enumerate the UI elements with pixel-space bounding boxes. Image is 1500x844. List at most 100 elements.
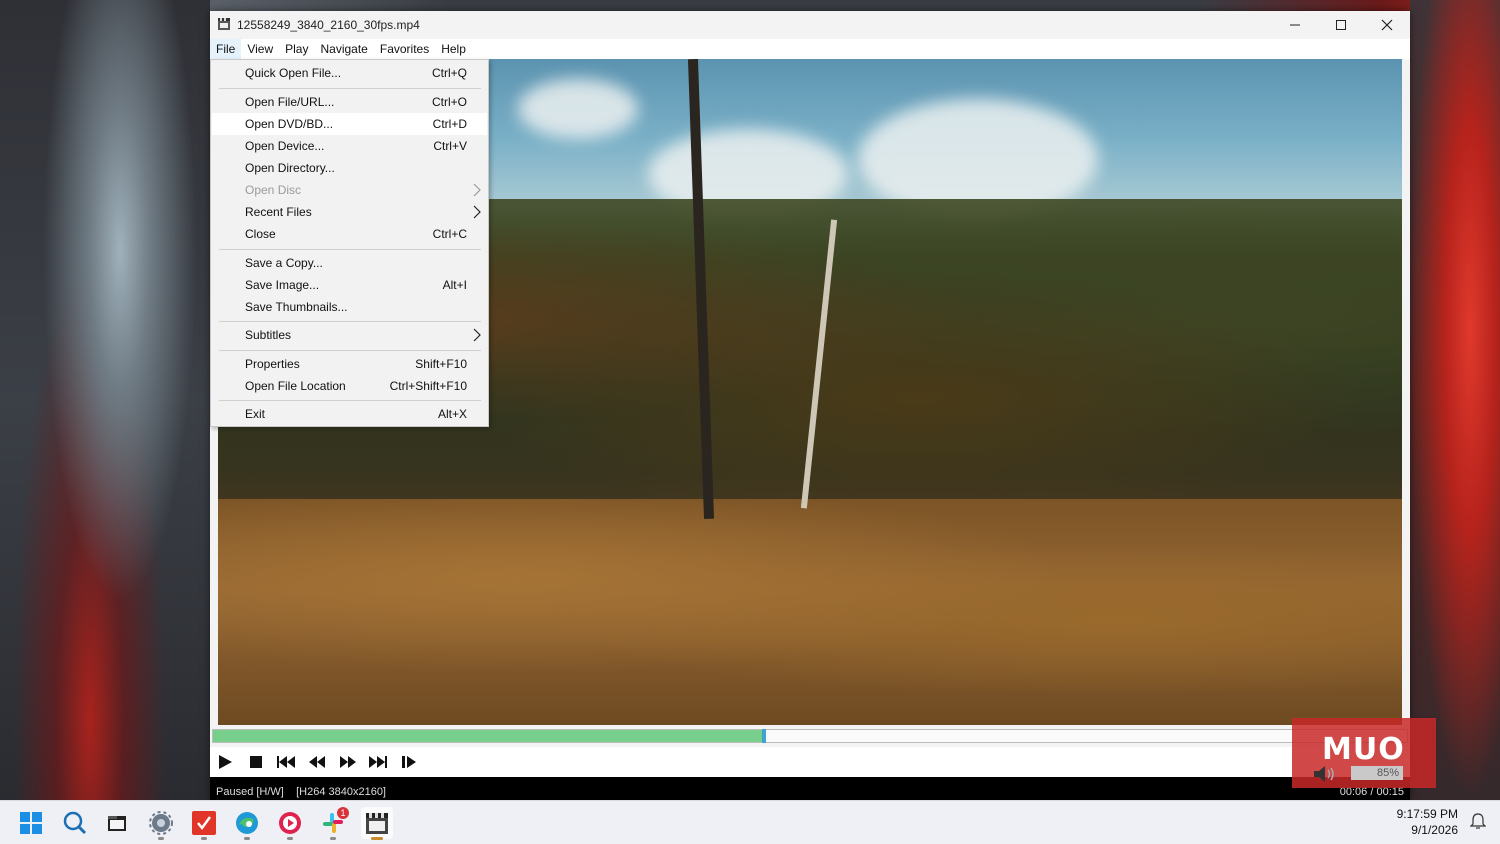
notification-badge: 1 xyxy=(337,807,349,819)
running-indicator xyxy=(287,837,293,840)
menu-item-save-image[interactable]: Save Image... Alt+I xyxy=(212,274,487,296)
chevron-right-icon xyxy=(473,183,481,200)
speaker-icon[interactable] xyxy=(1314,765,1338,786)
menu-item-label: Open Directory... xyxy=(245,161,335,175)
menu-item-label: Recent Files xyxy=(245,205,312,219)
grass-field xyxy=(218,499,1402,725)
menu-separator xyxy=(219,88,481,89)
menu-item-label: Subtitles xyxy=(245,328,292,342)
system-clock[interactable]: 9:17:59 PM 9/1/2026 xyxy=(1397,806,1458,838)
skip-next-button[interactable] xyxy=(365,751,391,773)
minimize-button[interactable] xyxy=(1272,11,1318,39)
edge-browser-icon[interactable] xyxy=(231,807,263,840)
menu-separator xyxy=(219,249,481,250)
running-indicator xyxy=(158,837,164,840)
menu-item-save-thumbnails[interactable]: Save Thumbnails... xyxy=(212,296,487,318)
menu-item-open-device[interactable]: Open Device... Ctrl+V xyxy=(212,135,487,157)
file-menu: Quick Open File... Ctrl+Q Open File/URL...… xyxy=(210,59,489,427)
window-title: 12558249_3840_2160_30fps.mp4 xyxy=(237,18,420,32)
chevron-right-icon xyxy=(473,205,481,222)
menu-item-open-dvd-bd[interactable]: Open DVD/BD... Ctrl+D xyxy=(212,113,487,135)
menu-item-shortcut: Ctrl+Shift+F10 xyxy=(389,379,467,393)
menu-item-label: Close xyxy=(245,227,276,241)
fast-forward-button[interactable] xyxy=(335,751,361,773)
seek-thumb[interactable] xyxy=(762,729,766,743)
close-button[interactable] xyxy=(1364,11,1410,39)
maximize-button[interactable] xyxy=(1318,11,1364,39)
cloud xyxy=(518,79,638,139)
seek-bar[interactable] xyxy=(210,725,1410,747)
menu-item-close[interactable]: Close Ctrl+C xyxy=(212,223,487,245)
mpc-hc-icon[interactable] xyxy=(361,807,393,840)
clock-time: 9:17:59 PM xyxy=(1396,807,1458,821)
menu-item-shortcut: Ctrl+D xyxy=(432,117,467,131)
menu-file[interactable]: File xyxy=(210,39,242,59)
clock-date: 9/1/2026 xyxy=(1411,823,1458,837)
status-bar: Paused [H/W] [H264 3840x2160] 00:06 / 00… xyxy=(210,777,1410,800)
menu-item-shortcut: Ctrl+O xyxy=(431,95,467,109)
menu-item-label: Open File/URL... xyxy=(245,95,335,109)
menu-item-shortcut: Shift+F10 xyxy=(415,357,467,371)
active-indicator xyxy=(371,837,383,840)
chevron-right-icon xyxy=(473,328,481,345)
menu-item-open-directory[interactable]: Open Directory... xyxy=(212,157,487,179)
play-button[interactable] xyxy=(212,751,238,773)
menu-item-label: Open File Location xyxy=(245,379,346,393)
menu-item-exit[interactable]: Exit Alt+X xyxy=(212,403,487,425)
menu-navigate[interactable]: Navigate xyxy=(314,39,373,59)
playback-status: Paused [H/W] [H264 3840x2160] xyxy=(216,786,386,798)
media-player-icon[interactable] xyxy=(274,807,306,840)
menu-item-label: Save a Copy... xyxy=(245,256,323,270)
taskbar: 1 9:17:59 PM 9/1/2026 xyxy=(0,800,1500,844)
menu-item-shortcut: Ctrl+V xyxy=(433,139,467,153)
menu-item-label: Save Image... xyxy=(245,278,320,292)
menu-item-shortcut: Alt+X xyxy=(437,407,467,421)
notification-bell-icon[interactable] xyxy=(1469,813,1487,832)
stop-button[interactable] xyxy=(243,751,269,773)
menu-item-label: Exit xyxy=(245,407,266,421)
menu-item-open-file-url[interactable]: Open File/URL... Ctrl+O xyxy=(212,91,487,113)
menu-favorites[interactable]: Favorites xyxy=(374,39,435,59)
seek-track[interactable] xyxy=(212,729,1408,743)
menu-item-shortcut: Alt+I xyxy=(442,278,467,292)
menu-item-label: Open Device... xyxy=(245,139,325,153)
menu-item-subtitles[interactable]: Subtitles xyxy=(212,324,487,346)
menu-separator xyxy=(219,400,481,401)
volume-slider[interactable]: 85% xyxy=(1351,766,1403,780)
slack-icon[interactable]: 1 xyxy=(317,807,349,840)
file-explorer-icon[interactable] xyxy=(101,807,133,839)
settings-icon[interactable] xyxy=(145,807,177,840)
running-indicator xyxy=(201,837,207,840)
menu-item-properties[interactable]: Properties Shift+F10 xyxy=(212,353,487,375)
rewind-button[interactable] xyxy=(304,751,330,773)
menu-bar: File View Play Navigate Favorites Help xyxy=(210,39,1410,59)
todo-app-icon[interactable] xyxy=(188,807,220,840)
skip-previous-button[interactable] xyxy=(273,751,299,773)
desktop-wallpaper-left xyxy=(0,0,210,800)
menu-separator xyxy=(219,321,481,322)
menu-item-label: Open DVD/BD... xyxy=(245,117,334,131)
menu-separator xyxy=(219,350,481,351)
menu-item-label: Save Thumbnails... xyxy=(245,300,348,314)
title-bar[interactable]: 12558249_3840_2160_30fps.mp4 xyxy=(210,11,1410,39)
watermark-overlay: MUO 85% xyxy=(1292,718,1436,788)
running-indicator xyxy=(330,837,336,840)
running-indicator xyxy=(244,837,250,840)
playback-controls xyxy=(210,747,1410,777)
menu-item-recent-files[interactable]: Recent Files xyxy=(212,201,487,223)
menu-item-open-file-location[interactable]: Open File Location Ctrl+Shift+F10 xyxy=(212,375,487,397)
menu-item-label: Open Disc xyxy=(245,183,302,197)
menu-item-open-disc: Open Disc xyxy=(212,179,487,201)
film-clapper-icon xyxy=(217,17,231,31)
menu-play[interactable]: Play xyxy=(279,39,314,59)
desktop-wallpaper-right xyxy=(1410,0,1500,800)
watermark-logo: MUO xyxy=(1322,732,1405,767)
menu-item-save-a-copy[interactable]: Save a Copy... xyxy=(212,252,487,274)
windows-start-icon[interactable] xyxy=(15,807,47,839)
menu-help[interactable]: Help xyxy=(435,39,472,59)
menu-item-quick-open-file[interactable]: Quick Open File... Ctrl+Q xyxy=(212,62,487,84)
seek-progress xyxy=(213,730,762,742)
search-icon[interactable] xyxy=(59,807,91,839)
menu-view[interactable]: View xyxy=(241,39,279,59)
frame-step-button[interactable] xyxy=(396,751,422,773)
